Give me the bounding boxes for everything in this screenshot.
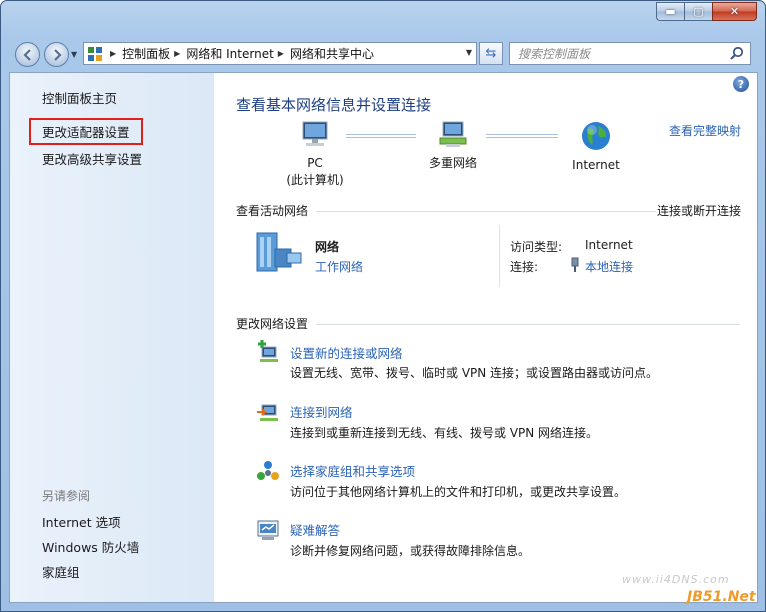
active-networks-heading: 查看活动网络 xyxy=(236,204,309,218)
full-map-link[interactable]: 查看完整映射 xyxy=(669,122,741,139)
close-icon: ✕ xyxy=(729,5,740,18)
access-type-value: Internet xyxy=(585,238,633,252)
minimize-icon: ▬ xyxy=(665,5,676,18)
computer-icon xyxy=(302,121,328,146)
control-panel-icon xyxy=(84,43,106,64)
globe-icon xyxy=(582,122,610,150)
vertical-divider xyxy=(499,225,500,287)
task-connect-to-network[interactable]: 连接到网络 xyxy=(290,402,353,421)
network-type-link[interactable]: 工作网络 xyxy=(315,258,363,275)
section-divider xyxy=(316,211,656,212)
ethernet-icon xyxy=(570,257,580,276)
window-frame: ▬ ▢ ✕ ▼ ▶ 控制面板 ▶ 网络和 Internet ▶ 网络和共享中心 … xyxy=(0,0,766,612)
maximize-icon: ▢ xyxy=(693,5,704,18)
recent-pages-dropdown[interactable]: ▼ xyxy=(71,50,77,59)
help-icon[interactable]: ? xyxy=(733,76,749,92)
access-type-label: 访问类型: xyxy=(510,240,563,254)
breadcrumb-control-panel[interactable]: 控制面板 xyxy=(122,45,170,62)
minimize-button[interactable]: ▬ xyxy=(656,2,684,21)
task-homegroup-sharing-desc: 访问位于其他网络计算机上的文件和打印机，或更改共享设置。 xyxy=(290,485,627,499)
forward-arrow-icon xyxy=(53,48,62,61)
sidebar: 控制面板主页 更改适配器设置 更改高级共享设置 另请参阅 Internet 选项… xyxy=(10,73,214,602)
see-also-heading: 另请参阅 xyxy=(42,489,91,503)
caption-buttons: ▬ ▢ ✕ xyxy=(656,2,757,21)
local-connection-link[interactable]: 本地连接 xyxy=(585,258,633,275)
homegroup-icon xyxy=(256,459,280,483)
search-icon[interactable] xyxy=(729,46,744,61)
sidebar-item-internet-options[interactable]: Internet 选项 xyxy=(42,512,121,531)
map-connector-line xyxy=(346,134,416,138)
sidebar-item-change-adapter-settings[interactable]: 更改适配器设置 xyxy=(29,118,143,145)
forward-button[interactable] xyxy=(44,42,69,67)
breadcrumb-network-internet[interactable]: 网络和 Internet xyxy=(186,45,273,62)
task-homegroup-sharing[interactable]: 选择家庭组和共享选项 xyxy=(290,461,415,480)
sidebar-item-control-panel-home[interactable]: 控制面板主页 xyxy=(42,88,117,107)
map-node-internet[interactable]: Internet xyxy=(561,120,631,174)
breadcrumb-separator-icon[interactable]: ▶ xyxy=(110,49,116,58)
map-node-pc[interactable]: PC (此计算机) xyxy=(280,120,350,189)
sidebar-item-homegroup[interactable]: 家庭组 xyxy=(42,562,80,581)
address-bar[interactable]: ▶ 控制面板 ▶ 网络和 Internet ▶ 网络和共享中心 ▼ xyxy=(83,42,477,65)
change-settings-heading: 更改网络设置 xyxy=(236,317,309,331)
troubleshoot-icon xyxy=(256,518,280,542)
task-connect-to-network-desc: 连接到或重新连接到无线、有线、拨号或 VPN 网络连接。 xyxy=(290,426,599,440)
map-node-multiple-networks[interactable]: 多重网络 xyxy=(418,120,488,172)
connect-to-network-icon xyxy=(256,400,280,424)
breadcrumb-network-sharing-center[interactable]: 网络和共享中心 xyxy=(290,45,374,62)
breadcrumb-separator-icon[interactable]: ▶ xyxy=(174,49,180,58)
task-setup-new-connection[interactable]: 设置新的连接或网络 xyxy=(290,343,403,362)
address-dropdown-icon[interactable]: ▼ xyxy=(466,48,472,57)
content-area: 控制面板主页 更改适配器设置 更改高级共享设置 另请参阅 Internet 选项… xyxy=(9,72,758,603)
map-multiple-networks-label: 多重网络 xyxy=(428,156,477,170)
sidebar-item-advanced-sharing-settings[interactable]: 更改高级共享设置 xyxy=(42,149,142,168)
section-divider xyxy=(316,324,740,325)
sidebar-item-windows-firewall[interactable]: Windows 防火墙 xyxy=(42,537,139,556)
map-internet-label: Internet xyxy=(572,158,620,172)
task-troubleshoot-desc: 诊断并修复网络问题，或获得故障排除信息。 xyxy=(290,544,531,558)
search-placeholder: 搜索控制面板 xyxy=(518,47,591,61)
watermark-site: www.ii4DNS.com xyxy=(622,573,730,586)
close-button[interactable]: ✕ xyxy=(712,2,757,21)
map-pc-label: PC xyxy=(307,156,323,170)
task-setup-new-connection-desc: 设置无线、宽带、拨号、临时或 VPN 连接；或设置路由器或访问点。 xyxy=(290,366,659,380)
network-icon xyxy=(251,231,305,276)
refresh-icon: ⇆ xyxy=(485,46,497,61)
maximize-button[interactable]: ▢ xyxy=(684,2,712,21)
multiple-networks-icon xyxy=(439,121,467,147)
connections-label: 连接: xyxy=(510,260,539,274)
back-button[interactable] xyxy=(15,42,40,67)
page-title: 查看基本网络信息并设置连接 xyxy=(236,96,432,114)
connect-disconnect-link[interactable]: 连接或断开连接 xyxy=(657,202,741,219)
task-troubleshoot[interactable]: 疑难解答 xyxy=(290,520,340,539)
back-arrow-icon xyxy=(22,48,31,61)
watermark-brand: JB51.Net xyxy=(687,589,756,605)
breadcrumb-separator-icon[interactable]: ▶ xyxy=(278,49,284,58)
new-connection-icon xyxy=(256,340,280,364)
active-network-name: 网络 xyxy=(315,240,340,254)
refresh-button[interactable]: ⇆ xyxy=(479,42,503,65)
map-connector-line xyxy=(486,134,558,138)
search-input[interactable]: 搜索控制面板 xyxy=(509,42,751,65)
map-pc-sublabel: (此计算机) xyxy=(286,173,344,187)
